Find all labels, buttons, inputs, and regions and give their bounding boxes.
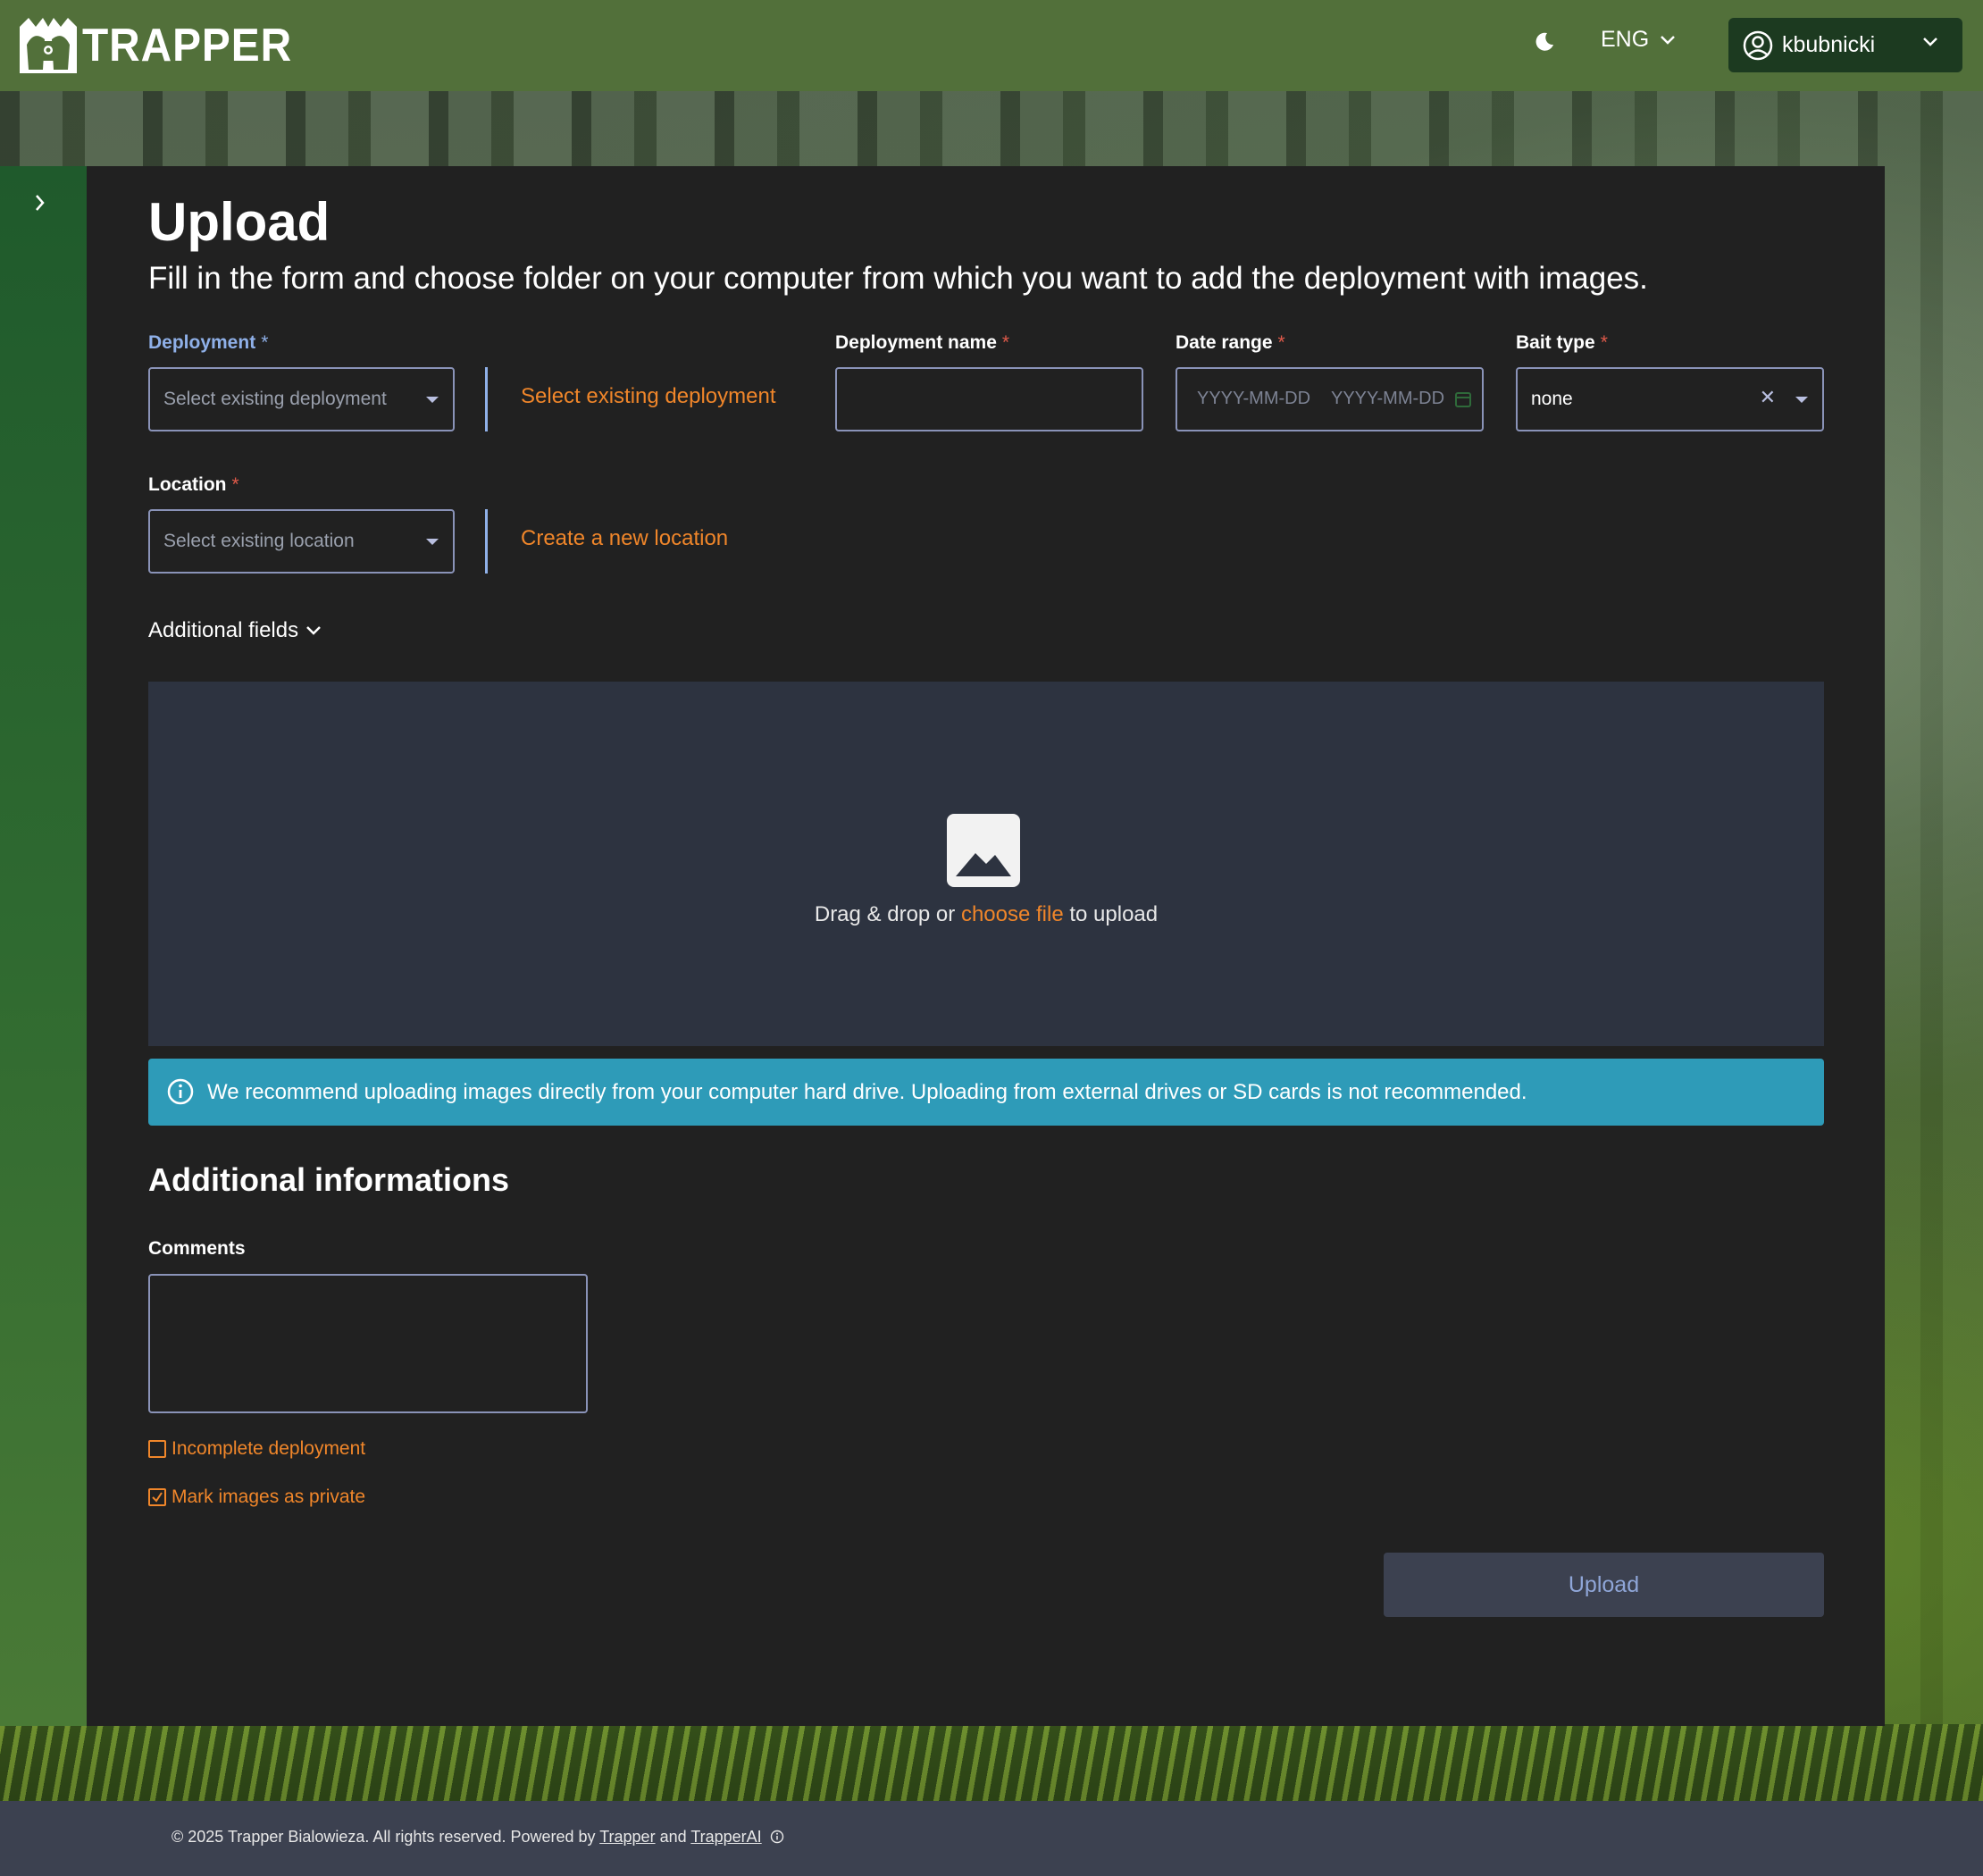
chevron-down-icon — [1661, 35, 1676, 45]
username: kbubnicki — [1782, 32, 1876, 57]
required-mark: * — [261, 332, 269, 353]
select-existing-deployment-link[interactable]: Select existing deployment — [521, 384, 776, 409]
page-subtitle: Fill in the form and choose folder on yo… — [148, 261, 1648, 296]
top-navbar: TRAPPER ENG kbubnicki — [0, 0, 1983, 91]
image-icon — [947, 814, 1020, 887]
trapper-link[interactable]: Trapper — [599, 1828, 655, 1846]
incomplete-deployment-label: Incomplete deployment — [172, 1438, 366, 1459]
bait-type-label: Bait type * — [1516, 332, 1608, 354]
chevron-down-icon — [1923, 38, 1937, 46]
footer-text: © 2025 Trapper Bialowieza. All rights re… — [172, 1828, 784, 1847]
chevron-down-icon — [306, 626, 321, 635]
language-label: ENG — [1601, 27, 1650, 52]
deployment-name-label: Deployment name * — [835, 332, 1009, 354]
date-range-label-text: Date range — [1176, 332, 1273, 353]
additional-informations-title: Additional informations — [148, 1161, 509, 1198]
required-mark: * — [1001, 332, 1010, 353]
info-alert: We recommend uploading images directly f… — [148, 1059, 1824, 1126]
start-date-placeholder: YYYY-MM-DD — [1197, 389, 1311, 408]
calendar-icon[interactable] — [1455, 390, 1471, 408]
info-message: We recommend uploading images directly f… — [207, 1080, 1527, 1104]
chevron-right-icon[interactable] — [34, 193, 46, 216]
language-selector[interactable]: ENG — [1601, 27, 1676, 53]
bait-type-select[interactable]: none ✕ — [1516, 367, 1824, 431]
info-icon — [167, 1078, 194, 1105]
page-title: Upload — [148, 192, 330, 252]
footer-copyright: © 2025 Trapper Bialowieza. All rights re… — [172, 1828, 596, 1846]
dropzone-text: Drag & drop or choose file to upload — [148, 902, 1824, 927]
required-mark: * — [1600, 332, 1608, 353]
brand-logo[interactable]: TRAPPER — [20, 18, 310, 73]
comments-label: Comments — [148, 1238, 246, 1259]
create-new-location-link[interactable]: Create a new location — [521, 526, 728, 551]
deployment-name-label-text: Deployment name — [835, 332, 997, 353]
deployment-name-input[interactable] — [835, 367, 1143, 431]
checkbox-icon[interactable] — [148, 1488, 166, 1506]
checkbox-icon[interactable] — [148, 1440, 166, 1458]
deployment-label-text: Deployment — [148, 332, 256, 353]
location-select-placeholder: Select existing location — [163, 531, 355, 551]
file-dropzone[interactable]: Drag & drop or choose file to upload — [148, 682, 1824, 1046]
end-date-placeholder: YYYY-MM-DD — [1331, 389, 1445, 408]
location-label: Location * — [148, 474, 239, 496]
upload-button-label: Upload — [1568, 1571, 1640, 1597]
caret-down-icon — [1795, 397, 1808, 403]
deployment-label: Deployment * — [148, 332, 268, 354]
dropzone-text-after: to upload — [1069, 902, 1159, 926]
caret-down-icon — [426, 539, 439, 545]
user-menu-button[interactable]: kbubnicki — [1728, 18, 1962, 72]
moon-icon[interactable] — [1533, 30, 1558, 55]
choose-file-link[interactable]: choose file — [961, 902, 1064, 926]
user-circle-icon — [1743, 30, 1773, 60]
brand-name: TRAPPER — [82, 20, 293, 71]
required-mark: * — [1277, 332, 1285, 353]
mark-private-label: Mark images as private — [172, 1487, 366, 1507]
divider — [485, 367, 488, 431]
info-icon[interactable] — [770, 1830, 784, 1844]
mark-private-checkbox-row[interactable]: Mark images as private — [148, 1487, 365, 1508]
deployment-select-placeholder: Select existing deployment — [163, 389, 387, 409]
forest-floor-background — [0, 1724, 1983, 1801]
deployment-select[interactable]: Select existing deployment — [148, 367, 455, 431]
date-range-input[interactable]: YYYY-MM-DD YYYY-MM-DD — [1176, 367, 1484, 431]
clear-icon[interactable]: ✕ — [1760, 387, 1776, 409]
divider — [485, 509, 488, 574]
bait-type-value: none — [1531, 389, 1573, 409]
upload-panel: Upload Fill in the form and choose folde… — [87, 166, 1885, 1726]
comments-textarea[interactable] — [148, 1274, 588, 1413]
footer: © 2025 Trapper Bialowieza. All rights re… — [0, 1801, 1983, 1876]
dropzone-text-before: Drag & drop or — [814, 902, 956, 926]
additional-fields-label: Additional fields — [148, 618, 299, 642]
required-mark: * — [231, 474, 239, 495]
footer-and: and — [659, 1828, 687, 1846]
logo-icon — [20, 18, 77, 73]
date-range-label: Date range * — [1176, 332, 1285, 354]
trapperai-link[interactable]: TrapperAI — [690, 1828, 761, 1846]
bait-type-label-text: Bait type — [1516, 332, 1595, 353]
incomplete-deployment-checkbox-row[interactable]: Incomplete deployment — [148, 1438, 365, 1460]
caret-down-icon — [426, 397, 439, 403]
sidebar — [0, 166, 87, 1726]
location-label-text: Location — [148, 474, 227, 495]
checkmark-icon — [152, 1492, 163, 1503]
additional-fields-toggle[interactable]: Additional fields — [148, 618, 322, 643]
upload-button[interactable]: Upload — [1384, 1553, 1824, 1617]
location-select[interactable]: Select existing location — [148, 509, 455, 574]
